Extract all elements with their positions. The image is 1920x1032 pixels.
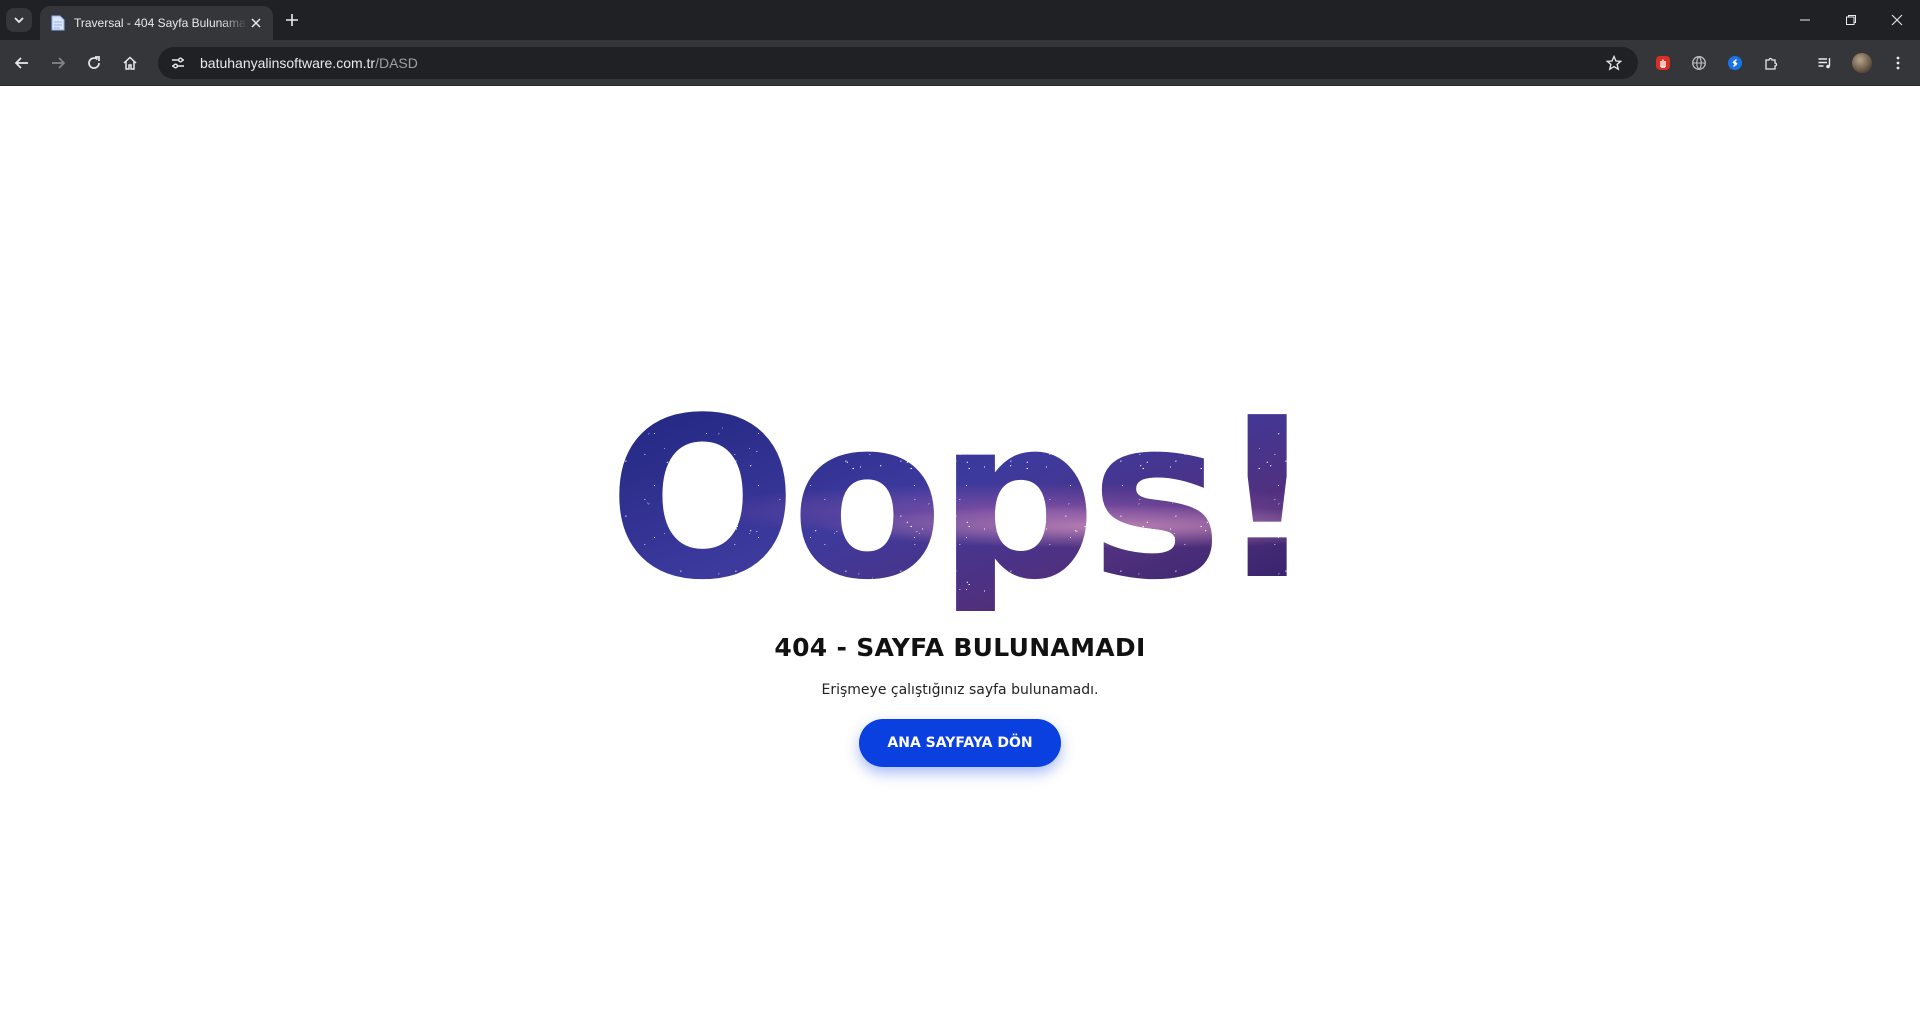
url-path: /DASD <box>375 55 418 71</box>
tab-search-icon[interactable] <box>6 8 32 32</box>
shazam-icon[interactable] <box>1723 51 1747 75</box>
puzzle-icon[interactable] <box>1759 51 1783 75</box>
bookmark-star-icon[interactable] <box>1602 51 1626 75</box>
kebab-menu-icon[interactable] <box>1886 51 1910 75</box>
minimize-icon[interactable] <box>1782 0 1828 40</box>
profile-avatar[interactable] <box>1850 51 1874 75</box>
avatar <box>1852 53 1872 73</box>
back-to-home-button[interactable]: ANA SAYFAYA DÖN <box>859 719 1061 767</box>
reload-icon[interactable] <box>80 49 108 77</box>
error-description: Erişmeye çalıştığınız sayfa bulunamadı. <box>821 682 1099 698</box>
page-body: Oops! 404 - SAYFA BULUNAMADI Erişmeye ça… <box>0 87 1920 1032</box>
globe-icon[interactable] <box>1687 51 1711 75</box>
extension-red-icon[interactable] <box>1651 51 1675 75</box>
address-bar[interactable]: batuhanyalinsoftware.com.tr/DASD <box>158 47 1638 79</box>
url-host: batuhanyalinsoftware.com.tr <box>200 55 376 71</box>
home-icon[interactable] <box>116 49 144 77</box>
url-text: batuhanyalinsoftware.com.tr/DASD <box>200 55 418 71</box>
browser-toolbar: batuhanyalinsoftware.com.tr/DASD <box>0 40 1920 112</box>
back-icon[interactable] <box>8 49 36 77</box>
window-close-icon[interactable] <box>1874 0 1920 40</box>
tab-title: Traversal - 404 Sayfa Bulunamadı <box>74 16 247 30</box>
page-favicon <box>50 15 66 31</box>
restore-icon[interactable] <box>1828 0 1874 40</box>
plus-icon[interactable] <box>281 9 303 31</box>
tab-strip: Traversal - 404 Sayfa Bulunamadı <box>0 0 1920 40</box>
tab-active[interactable]: Traversal - 404 Sayfa Bulunamadı <box>40 6 273 40</box>
oops-hero-text: Oops! <box>0 389 1920 611</box>
site-info-icon[interactable] <box>166 51 190 75</box>
error-title: 404 - SAYFA BULUNAMADI <box>774 633 1146 662</box>
forward-icon[interactable] <box>44 49 72 77</box>
media-queue-icon[interactable] <box>1813 51 1837 75</box>
close-icon[interactable] <box>247 14 265 32</box>
